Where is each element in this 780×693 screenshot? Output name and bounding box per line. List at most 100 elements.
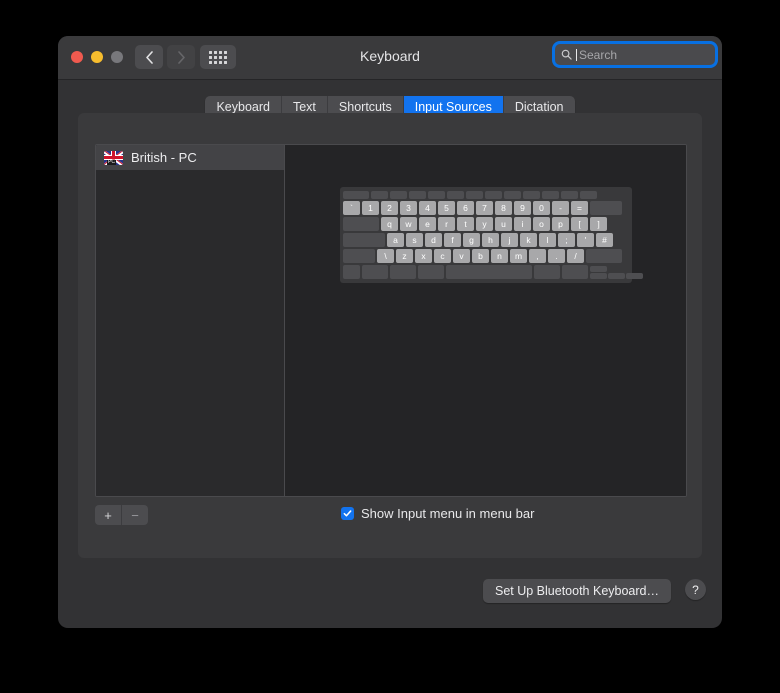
key-l[interactable]: l <box>539 233 556 247</box>
key-1[interactable]: 1 <box>362 201 379 215</box>
remove-input-source-button[interactable]: − <box>122 505 148 525</box>
key-comma[interactable]: , <box>529 249 546 263</box>
key-2[interactable]: 2 <box>381 201 398 215</box>
key-f10[interactable] <box>542 191 559 199</box>
key-shift-right[interactable] <box>586 249 622 263</box>
key-caps-lock[interactable] <box>343 233 385 247</box>
list-item[interactable]: PC British - PC <box>96 145 284 170</box>
key-h[interactable]: h <box>482 233 499 247</box>
key-g[interactable]: g <box>463 233 480 247</box>
key-backtick[interactable]: ` <box>343 201 360 215</box>
key-t[interactable]: t <box>457 217 474 231</box>
show-input-menu-row[interactable]: Show Input menu in menu bar <box>341 506 534 521</box>
key-r[interactable]: r <box>438 217 455 231</box>
key-arrow-left[interactable] <box>590 273 607 279</box>
key-c[interactable]: c <box>434 249 451 263</box>
key-x[interactable]: x <box>415 249 432 263</box>
search-caret <box>576 49 577 61</box>
key-i[interactable]: i <box>514 217 531 231</box>
key-a[interactable]: a <box>387 233 404 247</box>
input-sources-splitview: PC British - PC <box>95 144 687 497</box>
search-icon <box>561 49 572 60</box>
key-f5[interactable] <box>447 191 464 199</box>
arrow-key-cluster <box>590 265 643 279</box>
key-m[interactable]: m <box>510 249 527 263</box>
keyboard-bottom-letter-row: \ z x c v b n m , . / <box>343 249 629 263</box>
key-w[interactable]: w <box>400 217 417 231</box>
key-f11[interactable] <box>561 191 578 199</box>
key-6[interactable]: 6 <box>457 201 474 215</box>
key-backslash[interactable]: \ <box>377 249 394 263</box>
key-f3[interactable] <box>409 191 426 199</box>
key-f9[interactable] <box>523 191 540 199</box>
key-f6[interactable] <box>466 191 483 199</box>
key-command-right[interactable] <box>534 265 560 279</box>
key-y[interactable]: y <box>476 217 493 231</box>
help-button[interactable]: ? <box>685 579 706 600</box>
key-delete[interactable] <box>590 201 622 215</box>
key-f8[interactable] <box>504 191 521 199</box>
key-esc[interactable] <box>343 191 369 199</box>
key-arrow-down[interactable] <box>608 273 625 279</box>
key-option-left[interactable] <box>390 265 416 279</box>
key-minus[interactable]: - <box>552 201 569 215</box>
key-0[interactable]: 0 <box>533 201 550 215</box>
key-f12[interactable] <box>580 191 597 199</box>
key-k[interactable]: k <box>520 233 537 247</box>
keyboard-preferences-window: Keyboard Search Keyboard Text Shortcuts … <box>58 36 722 628</box>
key-z[interactable]: z <box>396 249 413 263</box>
show-input-menu-checkbox[interactable] <box>341 507 354 520</box>
key-q[interactable]: q <box>381 217 398 231</box>
key-quote[interactable]: ' <box>577 233 594 247</box>
key-f[interactable]: f <box>444 233 461 247</box>
key-p[interactable]: p <box>552 217 569 231</box>
key-option-right[interactable] <box>562 265 588 279</box>
key-v[interactable]: v <box>453 249 470 263</box>
key-arrow-up[interactable] <box>590 266 607 272</box>
key-8[interactable]: 8 <box>495 201 512 215</box>
key-bracket-right[interactable]: ] <box>590 217 607 231</box>
key-3[interactable]: 3 <box>400 201 417 215</box>
key-d[interactable]: d <box>425 233 442 247</box>
window-bottom-bar: Set Up Bluetooth Keyboard… ? <box>58 574 722 614</box>
key-e[interactable]: e <box>419 217 436 231</box>
key-f4[interactable] <box>428 191 445 199</box>
key-9[interactable]: 9 <box>514 201 531 215</box>
input-source-list[interactable]: PC British - PC <box>96 145 285 496</box>
key-tab[interactable] <box>343 217 379 231</box>
key-f2[interactable] <box>390 191 407 199</box>
key-fn[interactable] <box>343 265 360 279</box>
setup-bluetooth-keyboard-button[interactable]: Set Up Bluetooth Keyboard… <box>483 579 671 603</box>
keyboard-home-row: a s d f g h j k l ; ' # <box>343 233 629 247</box>
key-b[interactable]: b <box>472 249 489 263</box>
key-hash[interactable]: # <box>596 233 613 247</box>
key-f7[interactable] <box>485 191 502 199</box>
keyboard-layout-preview: ` 1 2 3 4 5 6 7 8 9 0 - = <box>285 145 686 496</box>
keyboard-graphic: ` 1 2 3 4 5 6 7 8 9 0 - = <box>340 187 632 283</box>
key-s[interactable]: s <box>406 233 423 247</box>
key-bracket-left[interactable]: [ <box>571 217 588 231</box>
key-7[interactable]: 7 <box>476 201 493 215</box>
key-arrow-right[interactable] <box>626 273 643 279</box>
search-field[interactable]: Search <box>555 44 715 65</box>
key-4[interactable]: 4 <box>419 201 436 215</box>
input-sources-panel: PC British - PC <box>78 113 702 558</box>
key-u[interactable]: u <box>495 217 512 231</box>
window-titlebar: Keyboard Search <box>58 36 722 80</box>
key-control[interactable] <box>362 265 388 279</box>
key-space[interactable] <box>446 265 532 279</box>
key-command-left[interactable] <box>418 265 444 279</box>
key-5[interactable]: 5 <box>438 201 455 215</box>
key-n[interactable]: n <box>491 249 508 263</box>
key-equals[interactable]: = <box>571 201 588 215</box>
keyboard-top-letter-row: q w e r t y u i o p [ ] <box>343 217 629 231</box>
add-input-source-button[interactable]: + <box>95 505 122 525</box>
key-period[interactable]: . <box>548 249 565 263</box>
flag-badge-label: PC <box>107 160 116 165</box>
key-f1[interactable] <box>371 191 388 199</box>
key-j[interactable]: j <box>501 233 518 247</box>
key-semicolon[interactable]: ; <box>558 233 575 247</box>
key-shift-left[interactable] <box>343 249 375 263</box>
key-slash[interactable]: / <box>567 249 584 263</box>
key-o[interactable]: o <box>533 217 550 231</box>
